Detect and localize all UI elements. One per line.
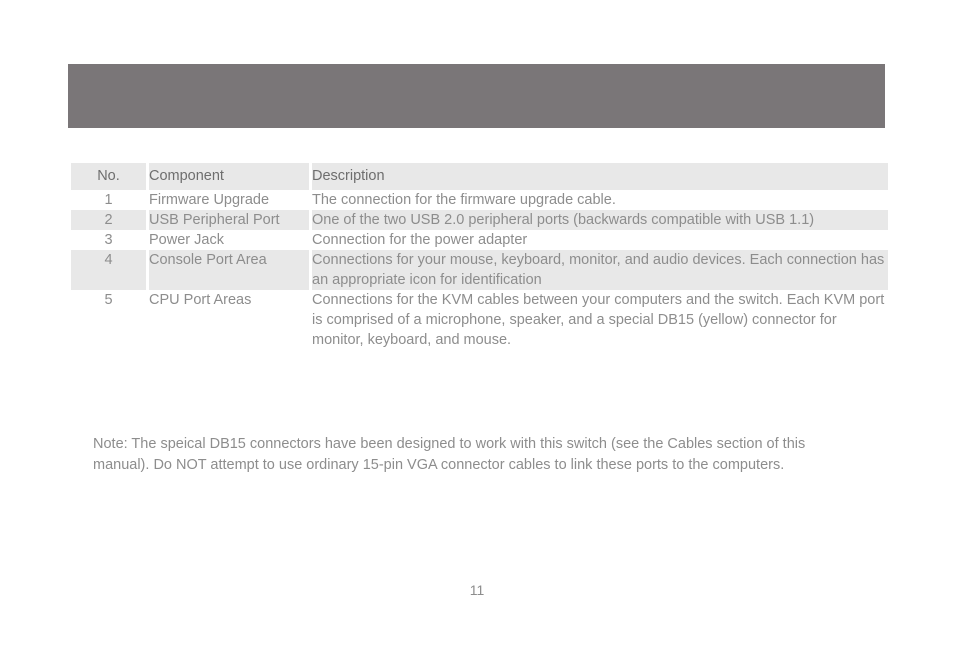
cell-component: CPU Port Areas xyxy=(149,292,252,308)
table-row: 2 USB Peripheral Port One of the two USB… xyxy=(71,210,888,230)
cell-component: Power Jack xyxy=(149,232,224,248)
cell-description: The connection for the firmware upgrade … xyxy=(312,192,616,208)
document-page: No. Component Description 1 Firmware Upg… xyxy=(0,0,954,665)
cell-no: 3 xyxy=(104,232,113,248)
cell-no: 4 xyxy=(71,250,146,290)
cell-description: Connection for the power adapter xyxy=(312,232,528,248)
table-body: 1 Firmware Upgrade The connection for th… xyxy=(71,190,888,350)
page-number: 11 xyxy=(469,582,485,598)
cell-no: 5 xyxy=(104,292,113,308)
cell-no: 2 xyxy=(71,210,146,230)
column-header-no: No. xyxy=(71,163,146,190)
table-row: 1 Firmware Upgrade The connection for th… xyxy=(71,190,888,210)
note-paragraph: Note: The speical DB15 connectors have b… xyxy=(93,436,806,473)
cell-description: One of the two USB 2.0 peripheral ports … xyxy=(312,210,888,230)
component-description-table: No. Component Description 1 Firmware Upg… xyxy=(68,163,891,350)
table-row: 5 CPU Port Areas Connections for the KVM… xyxy=(71,290,888,350)
column-header-component: Component xyxy=(149,163,309,190)
cell-description: Connections for your mouse, keyboard, mo… xyxy=(312,250,888,290)
cell-component: Console Port Area xyxy=(149,250,309,290)
table-row: 4 Console Port Area Connections for your… xyxy=(71,250,888,290)
table-header-row: No. Component Description xyxy=(71,163,888,190)
table-header: No. Component Description xyxy=(71,163,888,190)
table-row: 3 Power Jack Connection for the power ad… xyxy=(71,230,888,250)
cell-component: USB Peripheral Port xyxy=(149,210,309,230)
cell-component: Firmware Upgrade xyxy=(149,192,270,208)
cell-no: 1 xyxy=(104,192,113,208)
cell-description: Connections for the KVM cables between y… xyxy=(312,292,885,348)
header-banner xyxy=(68,64,885,128)
column-header-description: Description xyxy=(312,163,888,190)
